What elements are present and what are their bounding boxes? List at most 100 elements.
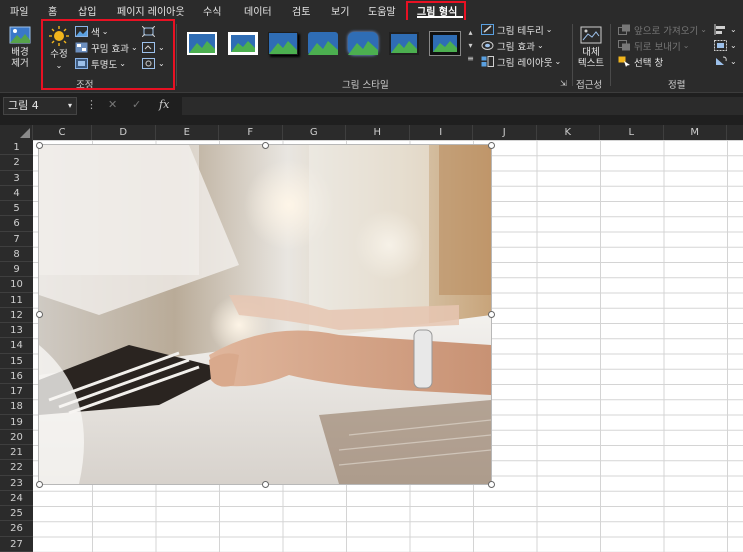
row-header[interactable]: 3 (0, 171, 33, 186)
row-header[interactable]: 23 (0, 476, 33, 491)
column-header-e[interactable]: E (156, 125, 219, 140)
picture-style-2[interactable] (228, 32, 258, 55)
chevron-down-icon: ⌄ (682, 41, 690, 50)
enter-icon[interactable]: ✓ (132, 98, 141, 111)
resize-handle-top-left[interactable] (35, 141, 43, 149)
column-header-h[interactable]: H (346, 125, 410, 140)
row-header[interactable]: 20 (0, 430, 33, 445)
row-header[interactable]: 27 (0, 537, 33, 552)
scroll-up-icon[interactable]: ▴ (466, 26, 475, 39)
resize-handle-top-right[interactable] (487, 141, 495, 149)
row-header[interactable]: 25 (0, 506, 33, 522)
chevron-down-icon[interactable]: ▾ (68, 98, 72, 114)
row-header[interactable]: 26 (0, 521, 33, 537)
row-header[interactable]: 1 (0, 140, 33, 156)
row-header[interactable]: 5 (0, 201, 33, 217)
resize-handle-right[interactable] (487, 311, 495, 318)
more-options-icon[interactable]: ⋮ (86, 98, 97, 111)
tab-data[interactable]: 데이터 (244, 3, 272, 18)
row-header[interactable]: 8 (0, 247, 33, 262)
bring-forward-button[interactable]: 앞으로 가져오기 ⌄ (618, 22, 707, 37)
send-backward-label: 뒤로 보내기 (634, 41, 681, 53)
group-button[interactable]: ⌄ (714, 38, 737, 53)
picture-effects-button[interactable]: 그림 효과 ⌄ (481, 38, 544, 53)
alt-text-button[interactable]: 대체 텍스트 (575, 26, 607, 69)
tab-file[interactable]: 파일 (10, 3, 28, 18)
column-header-j[interactable]: J (473, 125, 537, 140)
resize-handle-bottom-right[interactable] (487, 480, 495, 488)
alt-text-label-2: 텍스트 (577, 58, 605, 69)
send-backward-button[interactable]: 뒤로 보내기 ⌄ (618, 38, 689, 53)
picture-layout-button[interactable]: 그림 레이아웃 ⌄ (481, 54, 561, 69)
function-icon[interactable]: fx (159, 98, 169, 111)
column-header-k[interactable]: K (537, 125, 600, 140)
resize-handle-bottom-left[interactable] (35, 480, 43, 488)
tab-insert[interactable]: 삽입 (78, 3, 96, 18)
remove-background-button[interactable]: 배경 제거 (6, 26, 34, 69)
dialog-launcher-icon[interactable]: ⇲ (560, 79, 567, 88)
selection-pane-button[interactable]: 선택 창 (618, 54, 663, 69)
chevron-down-icon: ⌄ (536, 41, 544, 50)
picture-style-5[interactable] (348, 32, 378, 55)
name-box[interactable]: 그림 4 ▾ (3, 97, 77, 115)
tab-home[interactable]: 홈 (48, 3, 57, 18)
row-header[interactable]: 13 (0, 323, 33, 339)
tab-review[interactable]: 검토 (292, 3, 310, 18)
picture-style-3[interactable] (268, 32, 298, 55)
formula-input[interactable] (182, 97, 743, 115)
picture-style-1[interactable] (187, 32, 217, 55)
picture-border-button[interactable]: 그림 테두리 ⌄ (481, 22, 552, 37)
remove-background-icon (9, 26, 31, 44)
select-all-corner[interactable] (0, 125, 33, 140)
picture-style-4[interactable] (308, 32, 338, 55)
arrange-group-label: 정렬 (668, 80, 686, 91)
rotate-button[interactable]: ⌄ (714, 54, 737, 69)
row-header[interactable]: 11 (0, 293, 33, 308)
picture-style-6[interactable] (389, 32, 419, 55)
gallery-scroll[interactable]: ▴ ▾ ≡ (466, 26, 475, 66)
tab-view[interactable]: 보기 (331, 3, 349, 18)
column-header-m[interactable]: M (664, 125, 727, 140)
row-header[interactable]: 10 (0, 277, 33, 293)
column-header-c[interactable]: C (33, 125, 92, 140)
row-header[interactable]: 21 (0, 445, 33, 461)
resize-handle-top[interactable] (261, 141, 269, 149)
column-header-f[interactable]: F (219, 125, 283, 140)
landscape-icon (433, 41, 457, 52)
picture-effects-icon (481, 41, 494, 50)
row-header[interactable]: 22 (0, 460, 33, 476)
picture-styles-group-label: 그림 스타일 (342, 80, 389, 91)
row-header[interactable]: 9 (0, 262, 33, 278)
row-header[interactable]: 7 (0, 232, 33, 247)
tab-formulas[interactable]: 수식 (203, 3, 221, 18)
row-header[interactable]: 6 (0, 216, 33, 232)
row-header[interactable]: 2 (0, 155, 33, 171)
align-button[interactable]: ⌄ (714, 22, 737, 37)
row-header[interactable]: 24 (0, 491, 33, 506)
tab-page-layout[interactable]: 페이지 레이아웃 (117, 3, 185, 18)
resize-handle-left[interactable] (35, 311, 43, 318)
landscape-icon (231, 41, 255, 52)
row-header[interactable]: 16 (0, 369, 33, 384)
inserted-picture[interactable] (39, 145, 491, 484)
column-header-i[interactable]: I (410, 125, 473, 140)
row-header[interactable]: 14 (0, 338, 33, 354)
row-header[interactable]: 12 (0, 308, 33, 323)
resize-handle-bottom[interactable] (261, 480, 269, 488)
row-header[interactable]: 15 (0, 354, 33, 369)
tab-help[interactable]: 도움말 (368, 3, 396, 18)
scroll-down-icon[interactable]: ▾ (466, 39, 475, 52)
landscape-icon (348, 41, 378, 55)
column-header-l[interactable]: L (600, 125, 664, 140)
row-header[interactable]: 4 (0, 186, 33, 201)
column-header-d[interactable]: D (92, 125, 156, 140)
row-header[interactable]: 18 (0, 399, 33, 415)
landscape-icon (189, 41, 215, 53)
row-header[interactable]: 19 (0, 415, 33, 430)
gallery-more-icon[interactable]: ≡ (466, 52, 475, 65)
chevron-down-icon: ⌄ (545, 25, 553, 34)
row-header[interactable]: 17 (0, 384, 33, 400)
cancel-icon[interactable]: ✕ (108, 98, 117, 111)
picture-style-7[interactable] (429, 31, 461, 56)
column-header-g[interactable]: G (283, 125, 346, 140)
